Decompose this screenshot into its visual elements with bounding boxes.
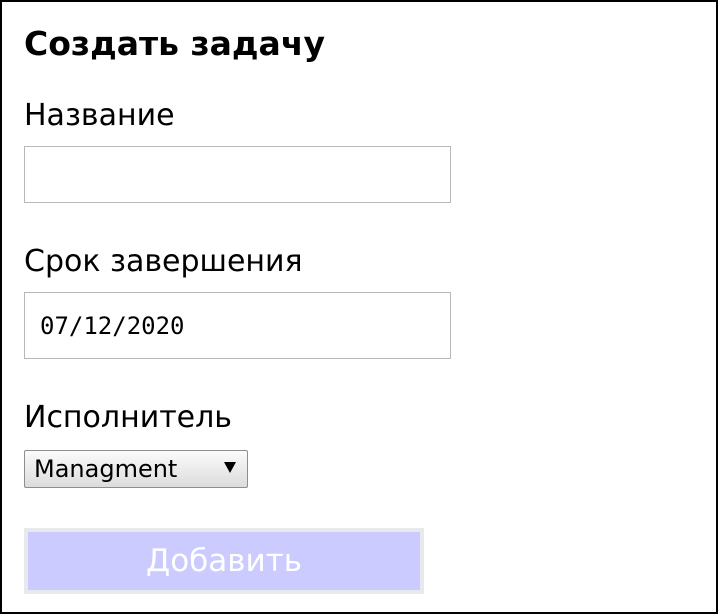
assignee-selected-value: Managment	[34, 455, 178, 483]
assignee-select[interactable]: Managment	[24, 450, 248, 488]
name-input[interactable]	[24, 146, 451, 203]
name-label: Название	[24, 98, 175, 133]
create-task-form: Создать задачу Название Срок завершения …	[0, 0, 718, 614]
due-date-input[interactable]	[24, 292, 451, 359]
assignee-label: Исполнитель	[24, 400, 232, 435]
add-button[interactable]: Добавить	[24, 528, 424, 594]
due-date-label: Срок завершения	[24, 244, 303, 279]
triangle-down-icon	[224, 462, 236, 473]
page-title: Создать задачу	[24, 24, 325, 63]
